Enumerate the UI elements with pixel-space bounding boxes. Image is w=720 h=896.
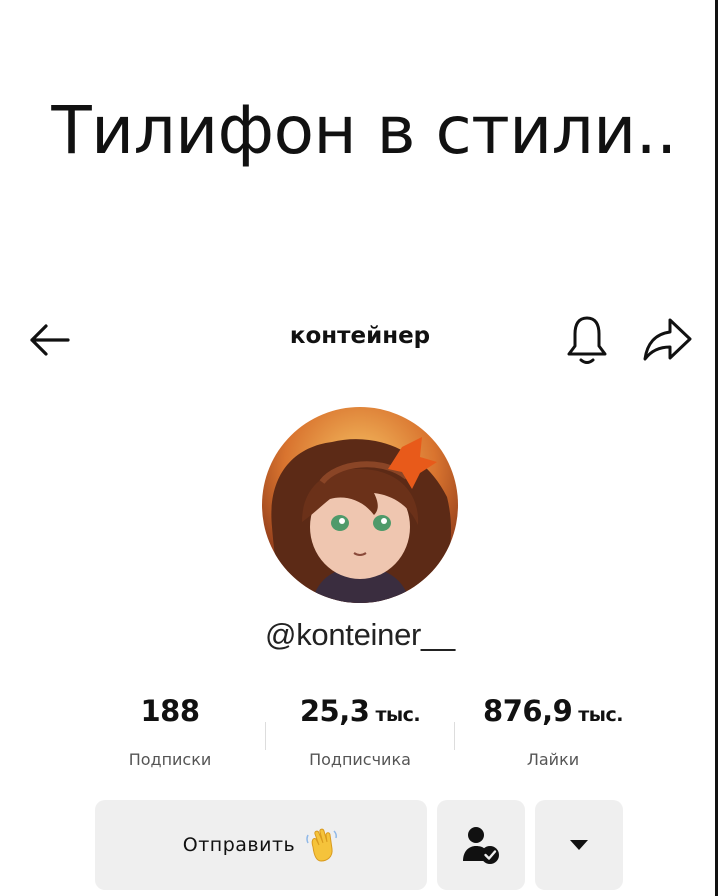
- stat-divider: [454, 722, 455, 750]
- user-check-icon: [463, 827, 499, 864]
- stat-likes-value: 876,9: [483, 694, 573, 728]
- more-options-button[interactable]: [535, 800, 623, 890]
- stat-likes-label: Лайки: [526, 750, 580, 769]
- stat-followers-unit: тыс.: [375, 704, 421, 726]
- stat-followers-label: Подписчика: [309, 750, 411, 769]
- stat-following-value: 188: [140, 694, 200, 728]
- avatar-image: [262, 407, 458, 603]
- bell-icon: [567, 316, 607, 364]
- friend-status-button[interactable]: [437, 800, 525, 890]
- share-icon: [643, 318, 692, 361]
- avatar[interactable]: [262, 407, 458, 603]
- stat-following-label: Подписки: [128, 750, 212, 769]
- stat-following[interactable]: 188 Подписки: [110, 694, 230, 769]
- stat-divider: [265, 722, 266, 750]
- overlay-caption: Тилифон в стили..: [51, 92, 677, 169]
- notifications-button[interactable]: [564, 312, 610, 366]
- arrow-left-icon: [30, 324, 70, 356]
- stat-likes-unit: тыс.: [578, 704, 623, 726]
- waving-hand-icon: [306, 828, 338, 862]
- back-button[interactable]: [26, 318, 74, 362]
- triangle-down-icon: [570, 840, 588, 850]
- stat-likes[interactable]: 876,9 тыс. Лайки: [458, 694, 648, 769]
- stat-followers[interactable]: 25,3 тыс. Подписчика: [270, 694, 450, 769]
- profile-handle: @konteiner__: [265, 617, 455, 652]
- profile-title: контейнер: [289, 323, 431, 349]
- share-button[interactable]: [640, 314, 694, 364]
- send-message-label: Отправить: [182, 834, 296, 856]
- stat-followers-value: 25,3: [299, 694, 370, 728]
- send-message-button[interactable]: Отправить: [95, 800, 427, 890]
